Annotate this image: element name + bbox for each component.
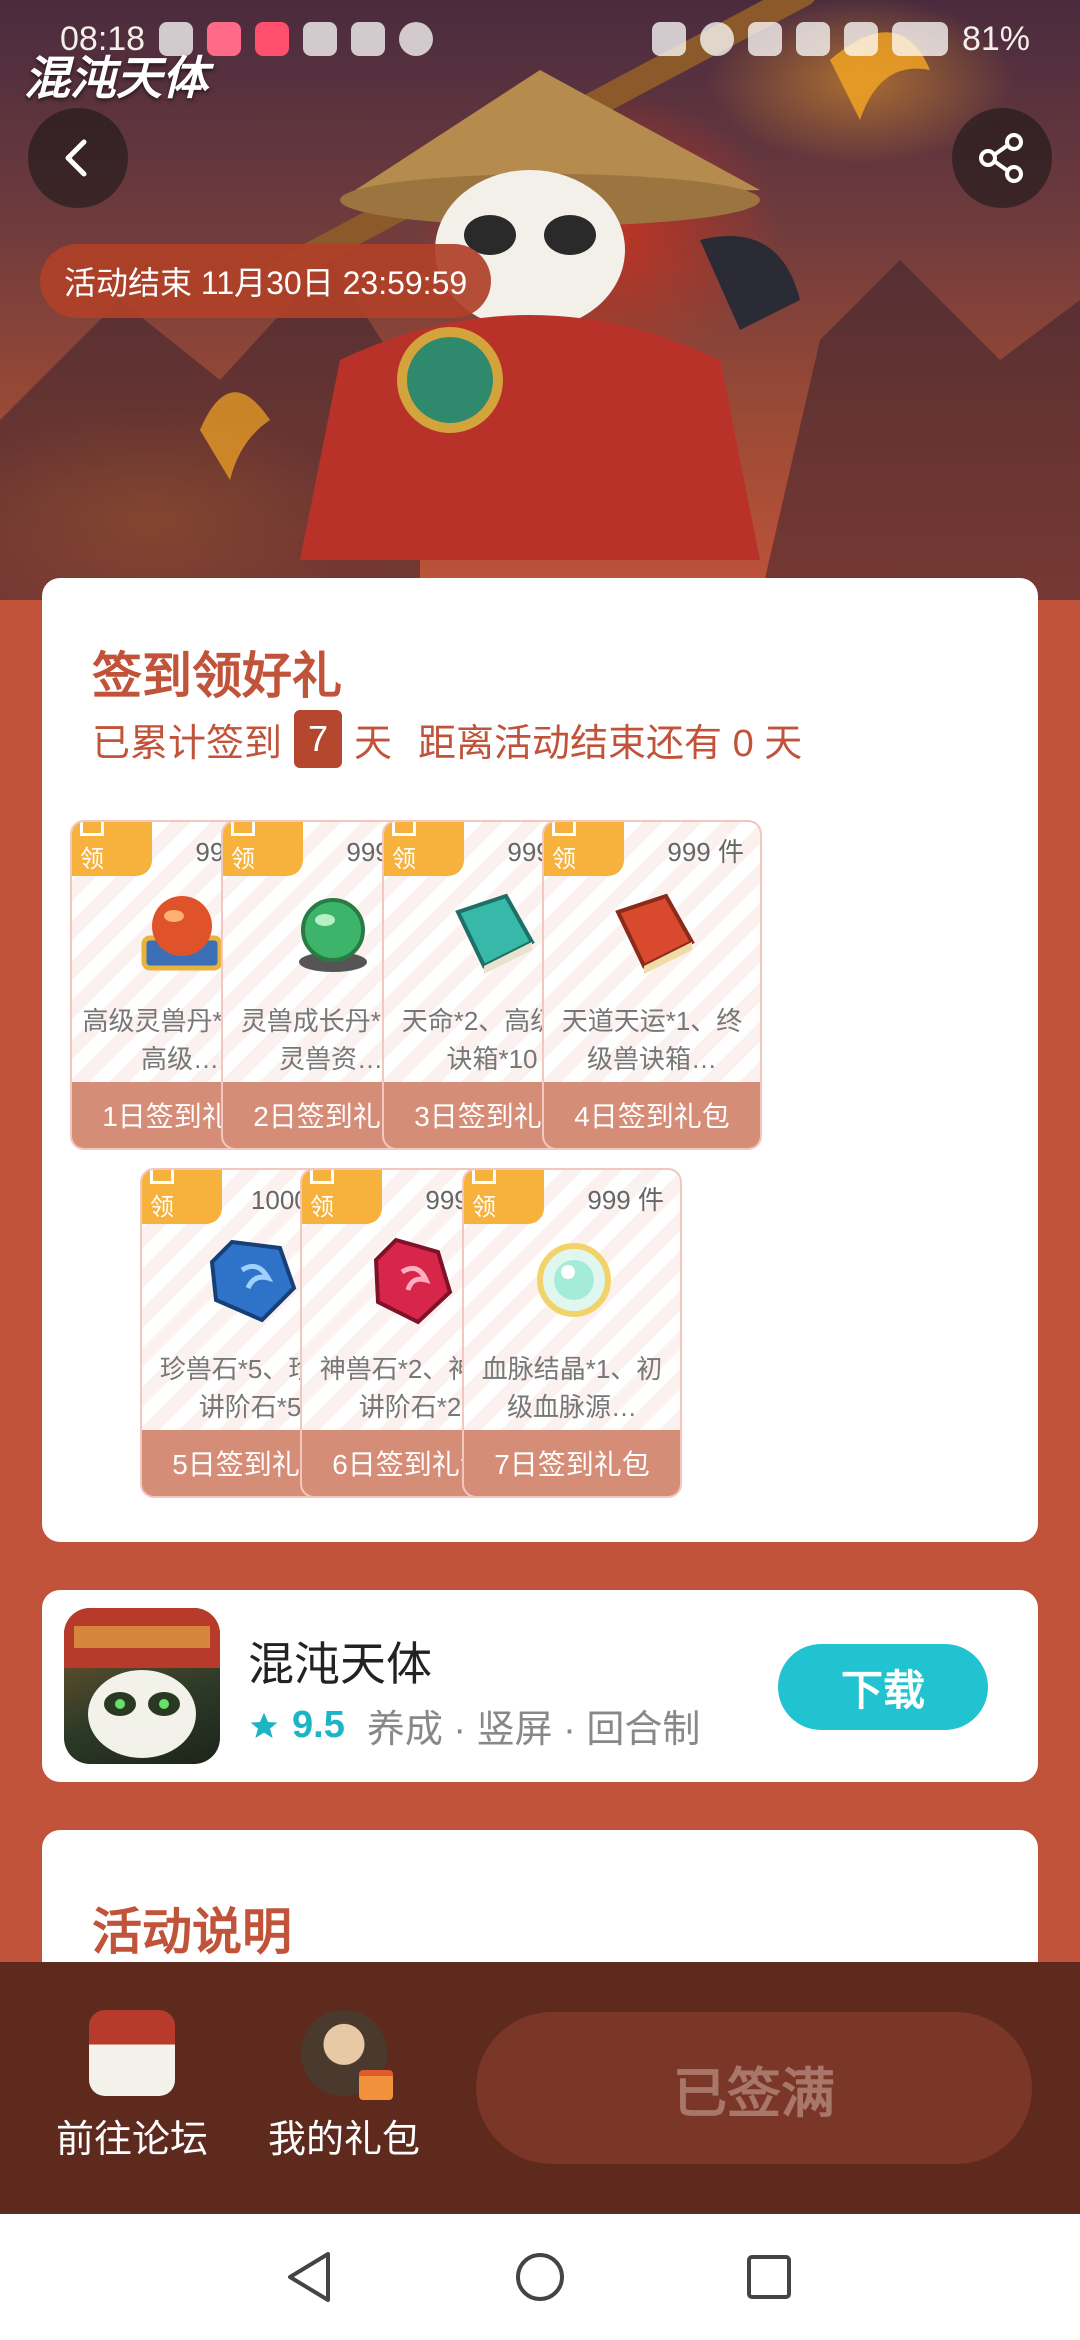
bottom-action-bar: 前往论坛 我的礼包 已签满 [0,1962,1080,2214]
gift-description: 血脉结晶*1、初级血脉源… [481,1354,663,1422]
claimed-ribbon: 领 [72,822,152,876]
gift-card-day-7[interactable]: 领 999 件 血脉结晶*1、初级血脉源… 7日签到礼包 [462,1168,682,1498]
gift-avatar-icon [301,2010,393,2100]
gift-card-day-4[interactable]: 领 999 件 天道天运*1、终级兽诀箱… 4日签到礼包 [542,820,762,1150]
claimed-ribbon: 领 [142,1170,222,1224]
game-meta: 9.5 养成 · 竖屏 · 回合制 [248,1698,700,1753]
claimed-ribbon: 领 [464,1170,544,1224]
download-button[interactable]: 下载 [778,1644,988,1730]
game-tags: 养成 · 竖屏 · 回合制 [366,1709,701,1751]
signal-icon [843,22,878,56]
gift-day-label: 4日签到礼包 [544,1082,760,1148]
back-button[interactable] [28,108,128,208]
red-book-icon [615,893,695,974]
share-button[interactable] [952,108,1052,208]
forum-label: 前往论坛 [55,2119,208,2161]
star-icon [250,1712,278,1738]
glow-pearl-icon [537,1243,611,1317]
checkin-progress: 已累计签到 7 天 距离活动结束还有 0 天 [92,710,802,768]
days-signed-badge: 7 [294,710,343,768]
gift-day-label: 7日签到礼包 [464,1430,680,1496]
orange-orb-box-icon [141,896,223,971]
game-name: 混沌天体 [248,1638,432,1690]
system-navigation-bar [0,2214,1080,2340]
gift-quantity: 999 件 [587,1185,664,1215]
app-notification-icon [255,22,290,56]
forum-panda-icon [89,2010,175,2096]
vibrate-icon [747,22,782,56]
gift-description: 天道天运*1、终级兽诀箱… [561,1006,743,1074]
gift-quantity: 999 件 [667,837,744,867]
checkin-title: 签到领好礼 [92,648,342,704]
claimed-ribbon: 领 [223,822,303,876]
battery-icon [891,22,948,56]
battery-percentage: 81% [961,19,1030,58]
home-circle-icon[interactable] [513,2250,567,2304]
gift-box-icon [359,2070,393,2100]
green-book-icon [455,893,535,974]
wifi-icon [795,22,830,56]
hero-banner: 08:18 81% 混沌天体 活动结束 11月30日 23:59:59 [0,0,1080,600]
checkin-card: 签到领好礼 已累计签到 7 天 距离活动结束还有 0 天 领 999 件 高级灵… [42,578,1038,1542]
activity-end-time: 活动结束 11月30日 23:59:59 [40,244,492,318]
alipay-icon [351,22,386,56]
panda-avatar-icon [64,1608,220,1758]
video-app-icon [207,22,242,56]
back-triangle-icon[interactable] [284,2250,334,2304]
share-icon [979,133,1023,183]
forum-button[interactable]: 前往论坛 [32,2010,232,2163]
game-info-card[interactable]: 混沌天体 9.5 养成 · 竖屏 · 回合制 下载 [42,1590,1038,1782]
activity-description-title: 活动说明 [92,1904,292,1960]
claimed-ribbon: 领 [384,822,464,876]
claimed-ribbon: 领 [302,1170,382,1224]
my-gifts-button[interactable]: 我的礼包 [244,2010,444,2163]
recents-square-icon[interactable] [744,2252,794,2302]
eye-icon [399,22,434,56]
day-unit: 天 [354,722,393,765]
alarm-icon [699,22,734,56]
red-gem-icon [373,1237,453,1325]
game-logo: 混沌天体 [24,51,208,105]
game-score: 9.5 [292,1704,345,1746]
remaining-days-text: 距离活动结束还有 0 天 [418,722,803,765]
accumulated-label: 已累计签到 [92,722,283,765]
claimed-ribbon: 领 [544,822,624,876]
blue-gem-icon [209,1239,297,1323]
green-pearl-icon [299,898,367,972]
back-arrow-icon [65,139,87,177]
fully-signed-button[interactable]: 已签满 [476,2012,1032,2164]
my-gifts-label: 我的礼包 [267,2119,420,2161]
qq-icon [303,22,338,56]
game-app-icon [64,1608,220,1764]
nfc-icon [651,22,686,56]
